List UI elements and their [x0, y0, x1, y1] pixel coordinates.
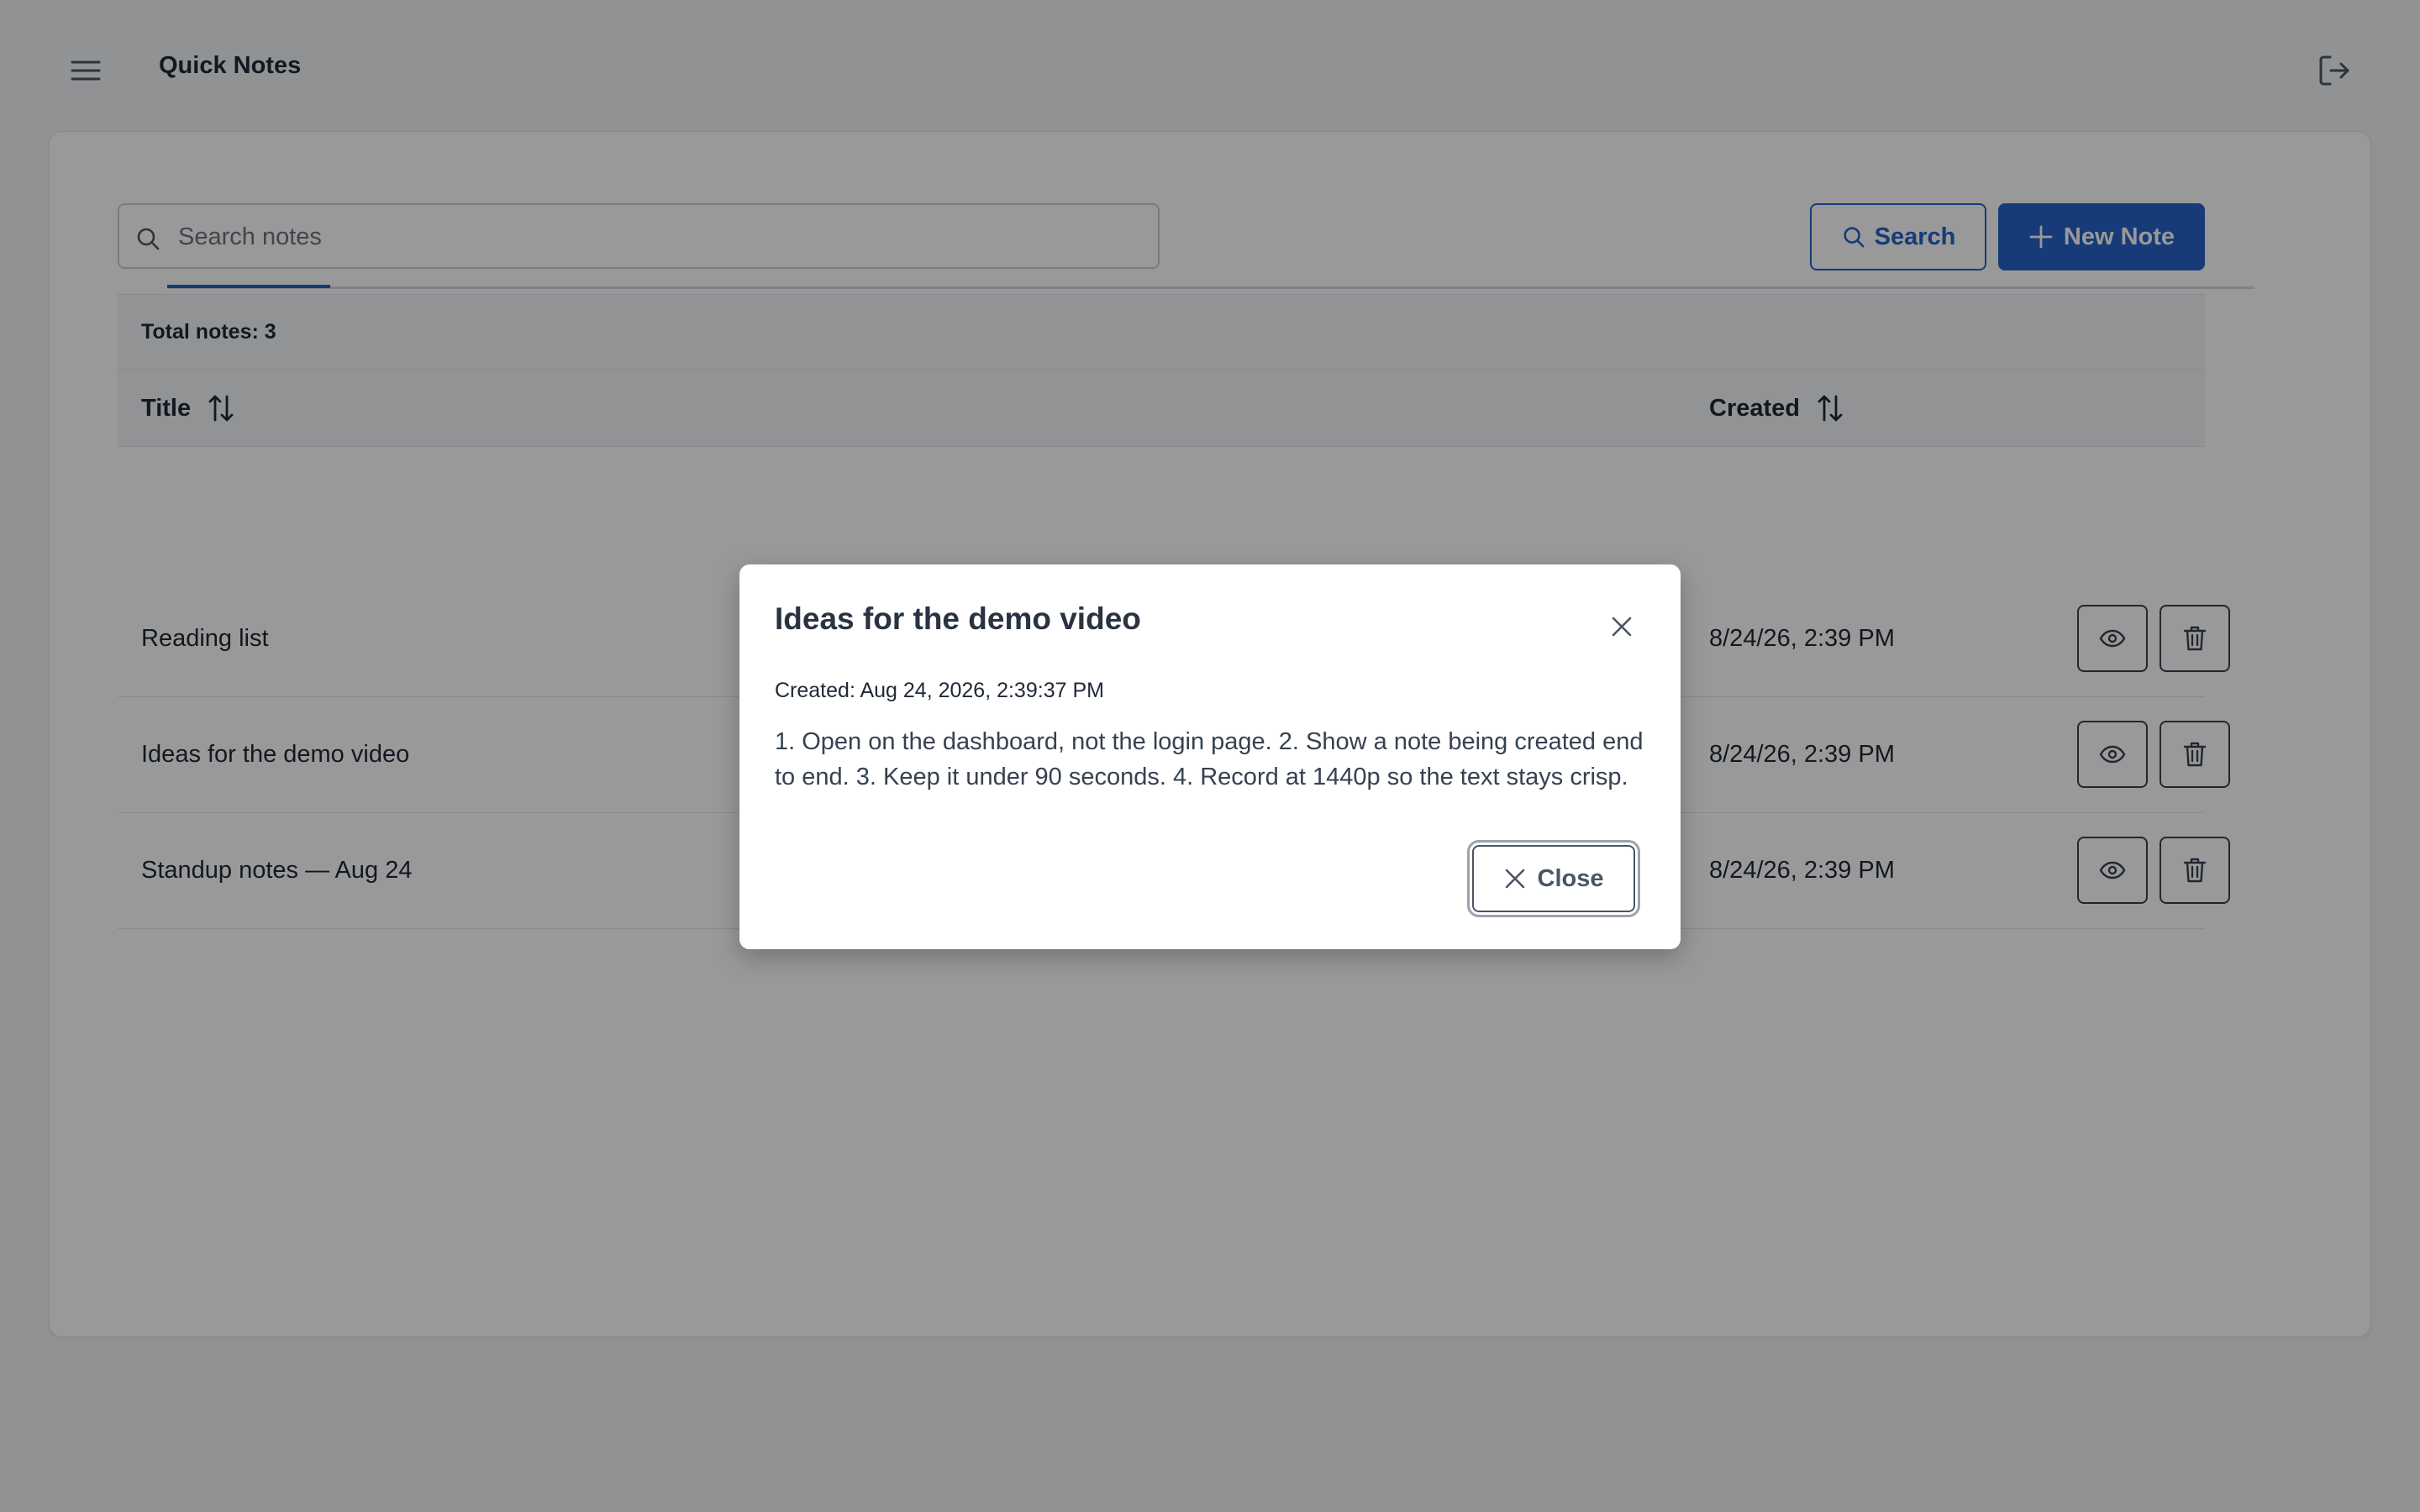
close-button[interactable]: Close: [1467, 840, 1640, 917]
dialog-created-date: Created: Aug 24, 2026, 2:39:37 PM: [775, 679, 1104, 702]
dialog-note-body: 1. Open on the dashboard, not the login …: [775, 728, 1644, 790]
dialog-title: Ideas for the demo video: [775, 601, 1141, 636]
close-icon[interactable]: [1602, 606, 1642, 647]
close-icon: [1505, 869, 1524, 889]
close-button-label: Close: [1537, 864, 1604, 892]
note-detail-dialog: Ideas for the demo video Created: Aug 24…: [739, 564, 1681, 949]
